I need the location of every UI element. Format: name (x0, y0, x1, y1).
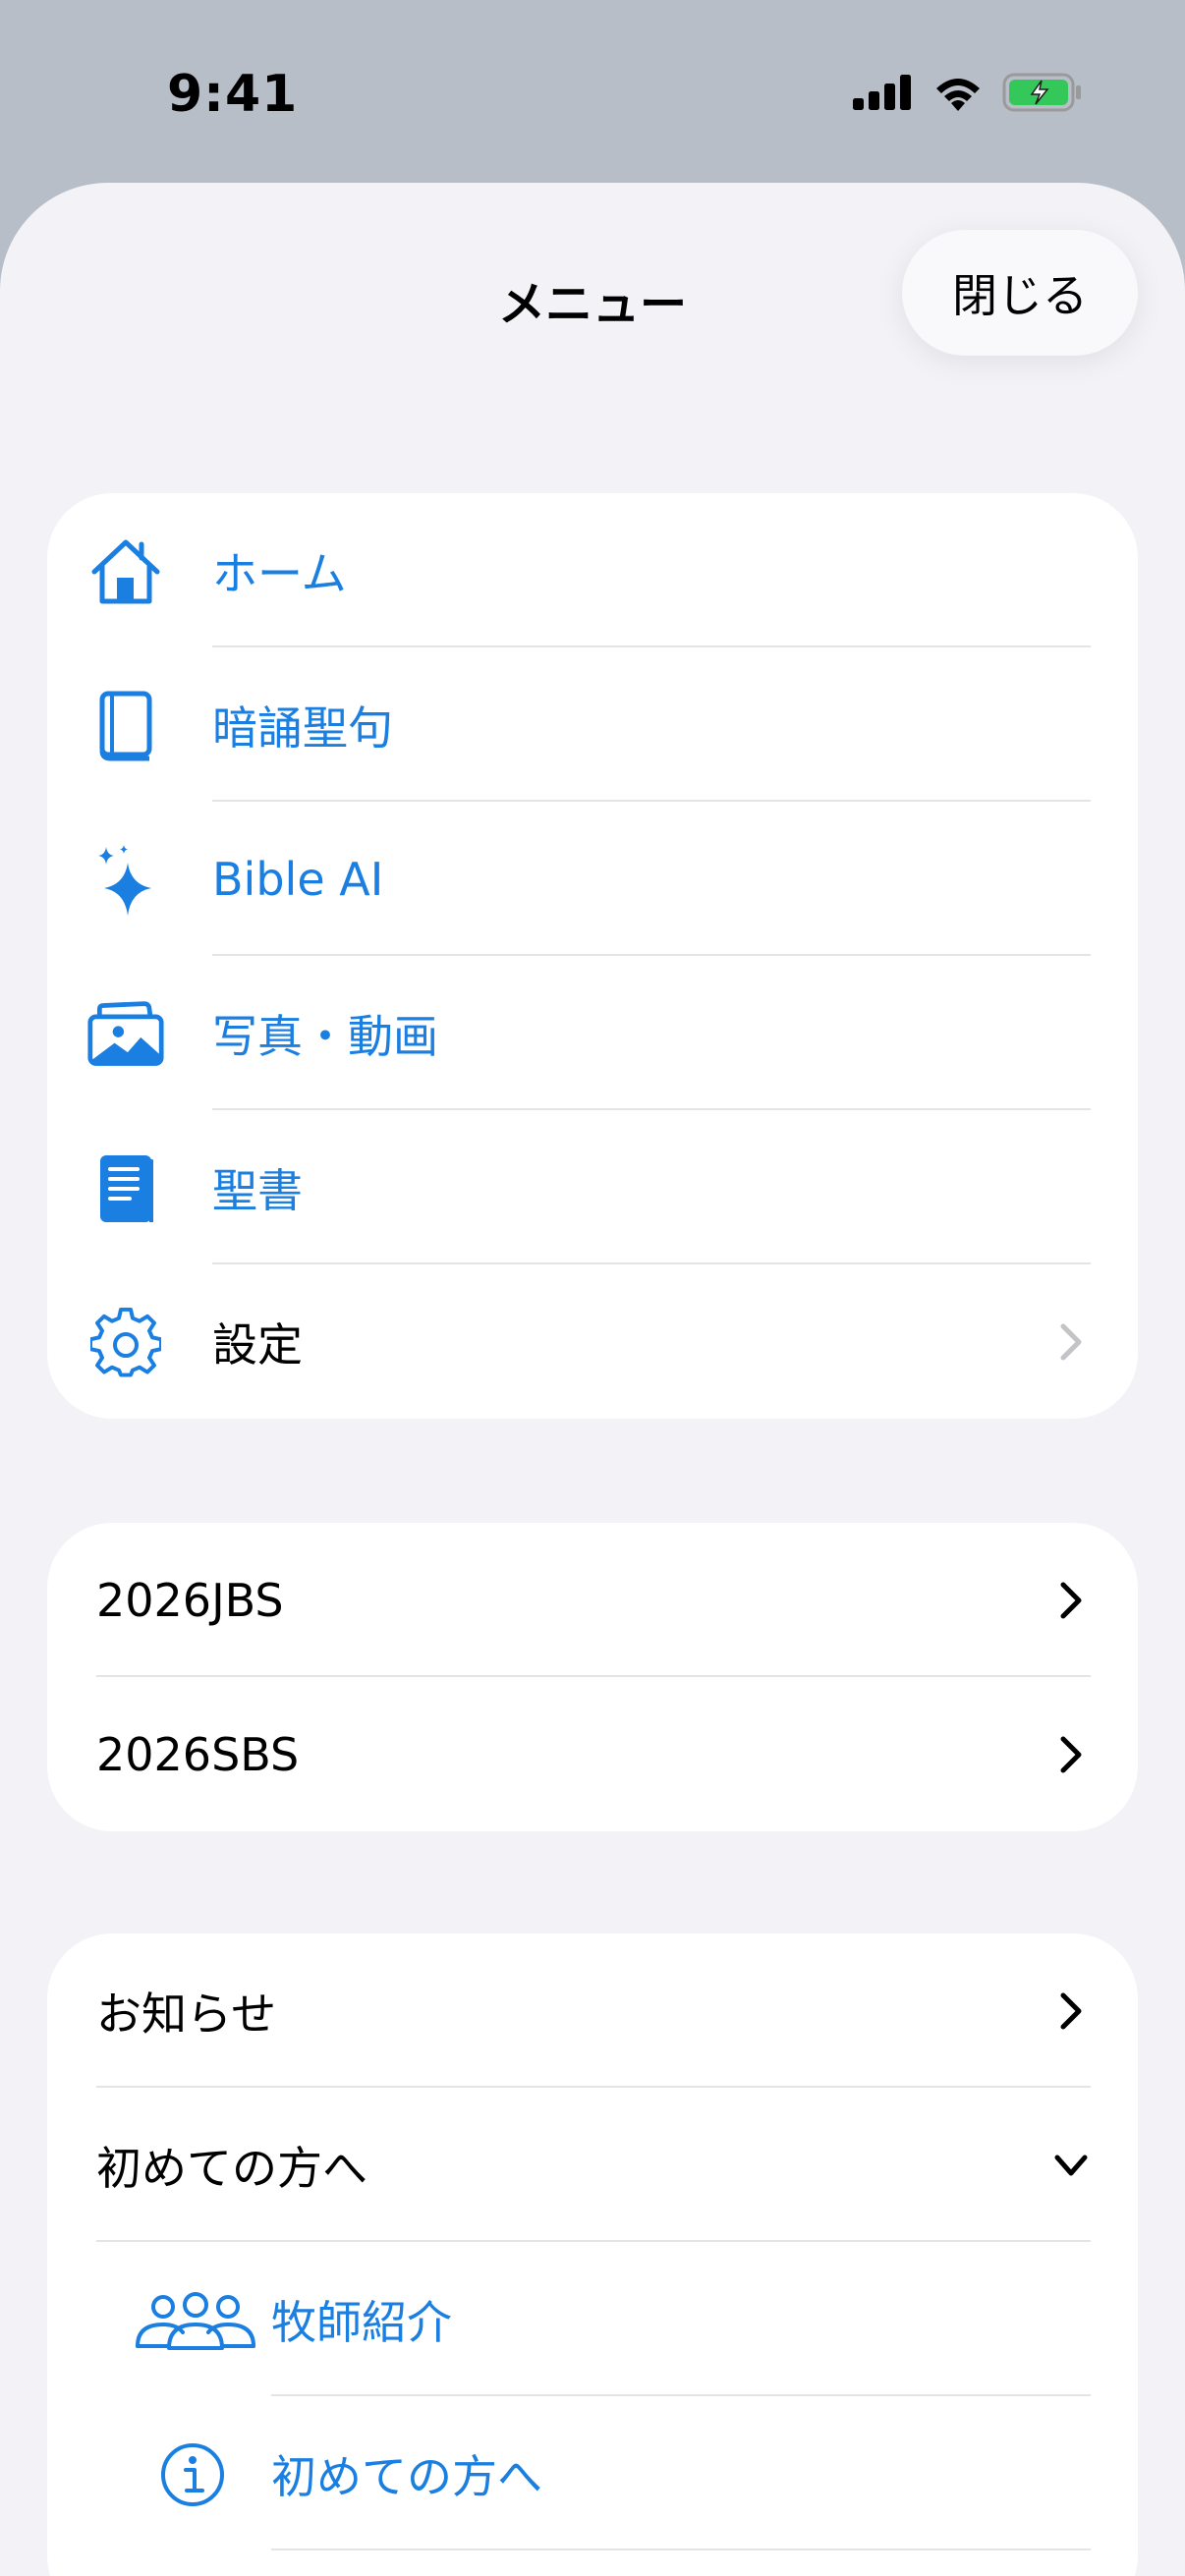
info-circle-icon (153, 2436, 232, 2514)
status-time: 9:41 (167, 65, 299, 124)
chevron-right-icon (1060, 1736, 1082, 1773)
events-card: 2026JBS 2026SBS (47, 1523, 1138, 1831)
menu-item-label: お知らせ (96, 1987, 277, 2041)
main-menu-card: ホーム 暗誦聖句 Bible AI 写真・動画 聖書 設定 (47, 493, 1138, 1419)
menu-item-first-visitors[interactable]: 初めての方へ (47, 2088, 1138, 2242)
submenu-item-label: 牧師紹介 (271, 2295, 452, 2349)
status-bar: 9:41 (0, 0, 1185, 187)
close-button[interactable]: 閉じる (902, 230, 1138, 356)
info-card: お知らせ 初めての方へ 牧師紹介 初めての方へ (47, 1933, 1138, 2576)
battery-charging-icon (1002, 73, 1081, 112)
status-icons (853, 73, 1083, 112)
people-icon (132, 2281, 259, 2360)
book-filled-icon (86, 1149, 165, 1228)
submenu-item-label: 初めての方へ (271, 2449, 542, 2503)
menu-item-2026sbs[interactable]: 2026SBS (47, 1677, 1138, 1831)
house-icon (86, 532, 165, 611)
menu-item-label: 初めての方へ (96, 2141, 367, 2195)
cellular-signal-icon (853, 75, 911, 110)
chevron-right-icon (1060, 1992, 1082, 2030)
menu-item-label: Bible AI (212, 852, 384, 906)
menu-item-news[interactable]: お知らせ (47, 1933, 1138, 2088)
menu-item-label: 2026JBS (96, 1573, 284, 1627)
chevron-down-icon (1054, 2155, 1088, 2176)
chevron-right-icon (1060, 1323, 1082, 1361)
menu-item-label: 写真・動画 (212, 1009, 438, 1063)
photos-icon (86, 995, 165, 1074)
menu-sheet: メニュー 閉じる ホーム 暗誦聖句 Bible AI 写真・動画 聖書 設定 2… (0, 183, 1185, 2576)
wifi-icon (936, 79, 980, 111)
book-icon (86, 687, 165, 765)
menu-item-bible[interactable]: 聖書 (47, 1110, 1138, 1264)
chevron-right-icon (1060, 1582, 1082, 1619)
menu-item-memory-verse[interactable]: 暗誦聖句 (47, 647, 1138, 802)
menu-item-label: 暗誦聖句 (212, 700, 393, 755)
menu-item-label: 聖書 (212, 1163, 303, 1217)
menu-item-label: 設定 (212, 1317, 303, 1372)
menu-item-bible-ai[interactable]: Bible AI (47, 802, 1138, 956)
submenu-item-pastors[interactable]: 牧師紹介 (47, 2242, 1138, 2396)
menu-item-photos-videos[interactable]: 写真・動画 (47, 956, 1138, 1110)
menu-item-label: ホーム (212, 546, 347, 600)
menu-item-home[interactable]: ホーム (47, 493, 1138, 647)
menu-item-label: 2026SBS (96, 1727, 300, 1781)
sparkles-icon (86, 841, 165, 920)
gear-icon (86, 1304, 165, 1382)
menu-item-settings[interactable]: 設定 (47, 1264, 1138, 1419)
menu-item-2026jbs[interactable]: 2026JBS (47, 1523, 1138, 1677)
submenu-item-first-visitors[interactable]: 初めての方へ (47, 2396, 1138, 2550)
divider (271, 2548, 1091, 2550)
